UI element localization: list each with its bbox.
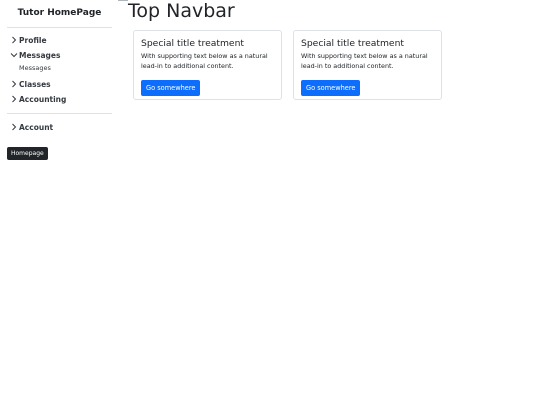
card: Special title treatment With supporting … bbox=[133, 30, 282, 100]
chevron-right-icon bbox=[10, 80, 18, 88]
chevron-right-icon bbox=[10, 123, 18, 131]
card-text: With supporting text below as a natural … bbox=[141, 52, 268, 70]
card-title: Special title treatment bbox=[141, 38, 244, 49]
sidebar-item-label: Account bbox=[19, 122, 54, 132]
sidebar-subitem-messages[interactable]: Messages bbox=[19, 64, 51, 72]
sidebar-item-label: Classes bbox=[19, 79, 51, 89]
top-marker bbox=[118, 0, 128, 1]
sidebar-item-profile[interactable]: Profile bbox=[10, 34, 47, 46]
chevron-down-icon bbox=[10, 51, 18, 59]
go-somewhere-button[interactable]: Go somewhere bbox=[141, 80, 201, 96]
chevron-right-icon bbox=[10, 36, 18, 44]
sidebar-item-messages[interactable]: Messages bbox=[10, 49, 60, 61]
page: Tutor HomePage Profile Messages Messages… bbox=[0, 0, 540, 405]
sidebar-item-label: Messages bbox=[19, 50, 61, 60]
card-text: With supporting text below as a natural … bbox=[301, 52, 428, 70]
page-title: Top Navbar bbox=[128, 0, 235, 22]
card: Special title treatment With supporting … bbox=[293, 30, 442, 100]
chevron-right-icon bbox=[10, 95, 18, 103]
sidebar-divider-top bbox=[7, 27, 112, 28]
sidebar-divider-bottom bbox=[7, 113, 112, 114]
card-title: Special title treatment bbox=[301, 38, 404, 49]
sidebar-item-accounting[interactable]: Accounting bbox=[10, 93, 66, 105]
homepage-button[interactable]: Homepage bbox=[7, 147, 48, 160]
sidebar-item-classes[interactable]: Classes bbox=[10, 78, 51, 90]
sidebar-item-account[interactable]: Account bbox=[10, 121, 53, 133]
sidebar-brand[interactable]: Tutor HomePage bbox=[7, 8, 112, 18]
sidebar-item-label: Profile bbox=[19, 35, 47, 45]
sidebar-item-label: Accounting bbox=[19, 94, 67, 104]
go-somewhere-button[interactable]: Go somewhere bbox=[301, 80, 361, 96]
